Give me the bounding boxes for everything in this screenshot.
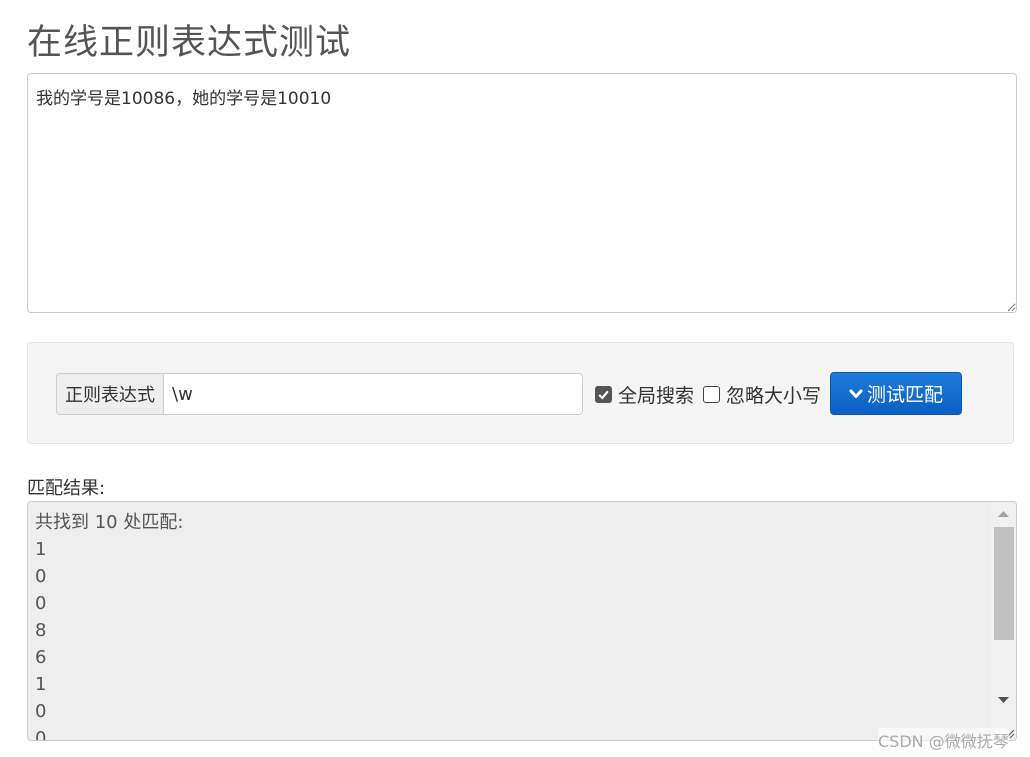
test-match-label: 测试匹配 (866, 385, 943, 406)
test-match-button[interactable]: 测试匹配 (830, 372, 962, 415)
ignore-case-checkbox[interactable] (703, 386, 720, 403)
global-search-label: 全局搜索 (618, 385, 695, 407)
result-line: 0 (35, 566, 47, 587)
result-line: 6 (35, 647, 47, 668)
regex-control-panel: 正则表达式 全局搜索 忽略大小写 测试匹配 (27, 342, 1014, 444)
page-title: 在线正则表达式测试 (27, 23, 352, 63)
result-content: 共找到 10 处匹配: 1 0 0 8 6 1 0 0 (35, 509, 184, 741)
result-scrollbar[interactable] (991, 502, 1016, 740)
result-line: 8 (35, 620, 47, 641)
scroll-up-arrow-icon[interactable] (998, 510, 1009, 518)
regex-input[interactable] (163, 373, 583, 415)
scroll-down-arrow-icon[interactable] (998, 696, 1009, 704)
global-search-option[interactable]: 全局搜索 (595, 381, 694, 408)
check-icon (598, 390, 609, 400)
result-summary: 共找到 10 处匹配: (35, 512, 184, 533)
result-line: 0 (35, 593, 47, 614)
scroll-thumb[interactable] (994, 527, 1014, 640)
ignore-case-label: 忽略大小写 (726, 385, 822, 407)
source-text-area[interactable]: 我的学号是10086，她的学号是10010 (27, 73, 1017, 313)
watermark: CSDN @微微抚琴 (878, 728, 1009, 752)
result-line: 0 (35, 728, 47, 741)
ignore-case-option[interactable]: 忽略大小写 (703, 381, 821, 408)
regex-label: 正则表达式 (56, 373, 163, 415)
result-label: 匹配结果: (27, 478, 106, 499)
global-search-checkbox[interactable] (595, 386, 612, 403)
result-line: 0 (35, 701, 47, 722)
result-line: 1 (35, 539, 47, 560)
result-output[interactable]: 共找到 10 处匹配: 1 0 0 8 6 1 0 0 (27, 501, 1017, 741)
regex-input-group: 正则表达式 (56, 373, 583, 415)
chevron-down-icon (849, 389, 863, 398)
result-line: 1 (35, 674, 47, 695)
